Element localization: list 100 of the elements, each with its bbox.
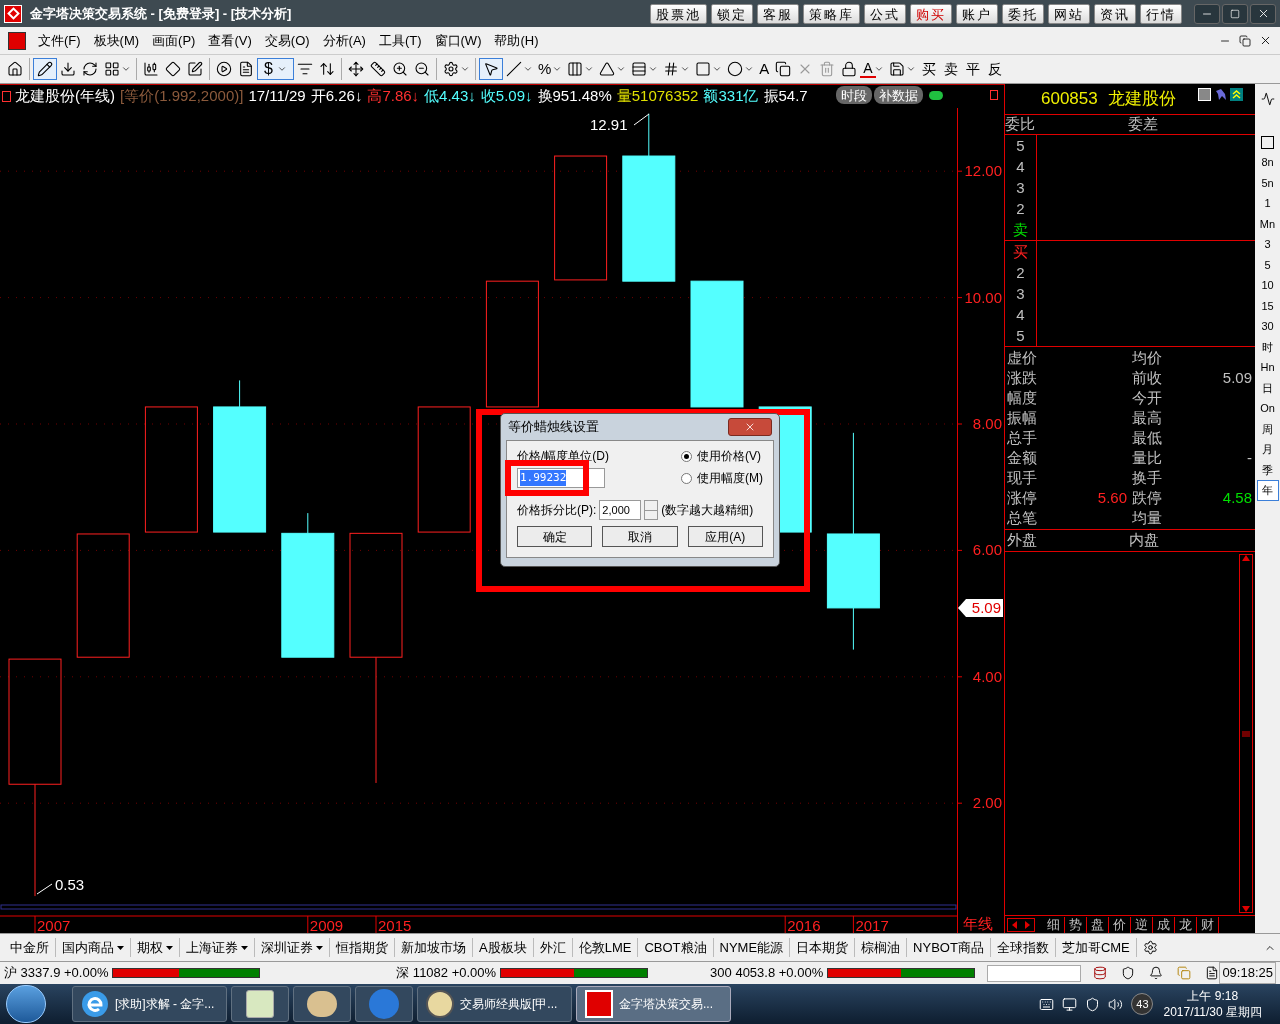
- period-button[interactable]: 日: [1256, 377, 1279, 398]
- download-icon[interactable]: [60, 61, 76, 77]
- rectangle-icon[interactable]: [695, 61, 712, 77]
- radio-button[interactable]: [681, 472, 692, 484]
- radio-label[interactable]: 使用幅度(M): [697, 469, 763, 487]
- dropdown-arrow-icon[interactable]: [166, 945, 173, 950]
- taskbar-button[interactable]: 金字塔决策交易...: [576, 986, 731, 1022]
- rows-icon[interactable]: [631, 61, 648, 77]
- line-tool-icon[interactable]: [505, 61, 522, 77]
- market-tab[interactable]: 深圳证券: [255, 937, 330, 958]
- market-tab[interactable]: NYBOT商品: [907, 937, 991, 958]
- toolbar-quick-button[interactable]: 股票池: [650, 3, 707, 24]
- save-icon[interactable]: [888, 61, 905, 77]
- market-tab[interactable]: 日本期货: [790, 937, 856, 958]
- font-color-tool[interactable]: A: [860, 60, 876, 78]
- detail-tab[interactable]: 势: [1065, 916, 1087, 933]
- period-button[interactable]: 周: [1256, 418, 1279, 439]
- text-tool[interactable]: A: [756, 57, 773, 81]
- market-tab[interactable]: 外汇: [533, 937, 573, 958]
- toolbar-quick-button[interactable]: 行情: [1140, 3, 1182, 24]
- refresh-icon[interactable]: [82, 61, 98, 77]
- app-menu-icon[interactable]: [8, 31, 26, 50]
- currency-button[interactable]: $: [257, 58, 294, 80]
- market-tab[interactable]: 中金所: [4, 937, 56, 958]
- volume-icon[interactable]: [1108, 996, 1124, 1012]
- chart-header-button[interactable]: 补数据: [874, 86, 923, 104]
- taskbar-button[interactable]: [293, 986, 351, 1022]
- toolbar-quick-button[interactable]: 购买: [910, 3, 952, 24]
- period-button[interactable]: 3: [1256, 234, 1279, 255]
- market-tab[interactable]: 新加坡市场: [395, 937, 473, 958]
- menu-item[interactable]: 工具(T): [378, 30, 422, 51]
- ruler-icon[interactable]: [369, 61, 386, 77]
- market-tab[interactable]: 全球指数: [990, 937, 1056, 958]
- caret-icon[interactable]: [616, 64, 627, 74]
- scroll-grip-icon[interactable]: [1242, 730, 1250, 737]
- prev-next-icon[interactable]: [1007, 917, 1035, 932]
- caret-icon[interactable]: [648, 64, 659, 74]
- period-button[interactable]: 8n: [1256, 152, 1279, 173]
- grid-icon[interactable]: [104, 61, 120, 77]
- menu-item[interactable]: 帮助(H): [494, 30, 539, 51]
- dialog-button[interactable]: 取消: [602, 526, 678, 547]
- period-button[interactable]: Mn: [1256, 213, 1279, 234]
- dropdown-arrow-icon[interactable]: [316, 945, 323, 950]
- tray-badge[interactable]: 43: [1131, 993, 1154, 1015]
- close-icon[interactable]: [1259, 34, 1272, 47]
- settings-icon[interactable]: [442, 61, 459, 77]
- period-button[interactable]: 5n: [1256, 172, 1279, 193]
- scrollbar[interactable]: [1239, 554, 1253, 913]
- unit-input-field[interactable]: 1.99232: [517, 468, 605, 488]
- start-button[interactable]: [6, 985, 46, 1023]
- sort-icon[interactable]: [318, 61, 335, 77]
- caret-icon[interactable]: [680, 64, 691, 74]
- period-button[interactable]: On: [1256, 398, 1279, 419]
- period-button[interactable]: 季: [1256, 459, 1279, 480]
- detail-tab[interactable]: 逆: [1131, 916, 1153, 933]
- copy-icon[interactable]: [775, 61, 792, 77]
- market-tab[interactable]: 期权: [131, 937, 180, 958]
- radio-label[interactable]: 使用价格(V): [697, 447, 761, 465]
- dropdown-arrow-icon[interactable]: [117, 945, 124, 950]
- bell-icon[interactable]: [1149, 966, 1164, 980]
- detail-tab[interactable]: 价: [1109, 916, 1131, 933]
- diamond-icon[interactable]: [165, 61, 181, 77]
- trade-tool[interactable]: 平: [961, 58, 984, 80]
- market-tab[interactable]: CBOT粮油: [638, 937, 714, 958]
- scroll-up-icon[interactable]: [1242, 555, 1250, 561]
- settings-icon[interactable]: [1142, 940, 1158, 955]
- keyboard-icon[interactable]: [1039, 996, 1055, 1012]
- period-button[interactable]: Hn: [1256, 357, 1279, 378]
- market-tab[interactable]: A股板块: [473, 937, 534, 958]
- book-icon[interactable]: [1205, 966, 1220, 980]
- market-tab[interactable]: 上海证券: [180, 937, 255, 958]
- period-button[interactable]: 月: [1256, 439, 1279, 460]
- caret-icon[interactable]: [459, 64, 470, 74]
- expand-icon[interactable]: [1230, 88, 1243, 101]
- market-tab[interactable]: 棕榈油: [855, 937, 908, 958]
- panel-marker-icon[interactable]: [990, 90, 998, 100]
- toolbar-quick-button[interactable]: 锁定: [711, 3, 753, 24]
- scroll-down-icon[interactable]: [1242, 906, 1250, 912]
- detail-tab[interactable]: 龙: [1175, 916, 1197, 933]
- menu-item[interactable]: 板块(M): [93, 30, 140, 51]
- trade-tool[interactable]: 卖: [939, 58, 962, 80]
- toolbar-quick-button[interactable]: 资讯: [1094, 3, 1136, 24]
- restore-icon[interactable]: [1239, 34, 1251, 47]
- trade-tool[interactable]: 反: [983, 58, 1006, 80]
- move-icon[interactable]: [347, 61, 364, 77]
- menu-item[interactable]: 画面(P): [152, 30, 196, 51]
- zoom-in-icon[interactable]: [391, 61, 408, 77]
- network-icon[interactable]: [1062, 996, 1078, 1012]
- caret-icon[interactable]: [121, 64, 131, 74]
- zoom-out-icon[interactable]: [413, 61, 430, 77]
- menu-item[interactable]: 窗口(W): [434, 30, 482, 51]
- period-button[interactable]: 5: [1256, 254, 1279, 275]
- toolbar-quick-button[interactable]: 策略库: [803, 3, 860, 24]
- caret-icon[interactable]: [276, 64, 287, 74]
- toolbar-quick-button[interactable]: 账户: [956, 3, 998, 24]
- split-input-field[interactable]: 2,000: [599, 500, 642, 520]
- caret-icon[interactable]: [552, 64, 563, 74]
- toolbar-quick-button[interactable]: 委托: [1002, 3, 1044, 24]
- caret-icon[interactable]: [905, 64, 916, 74]
- caret-icon[interactable]: [873, 64, 884, 74]
